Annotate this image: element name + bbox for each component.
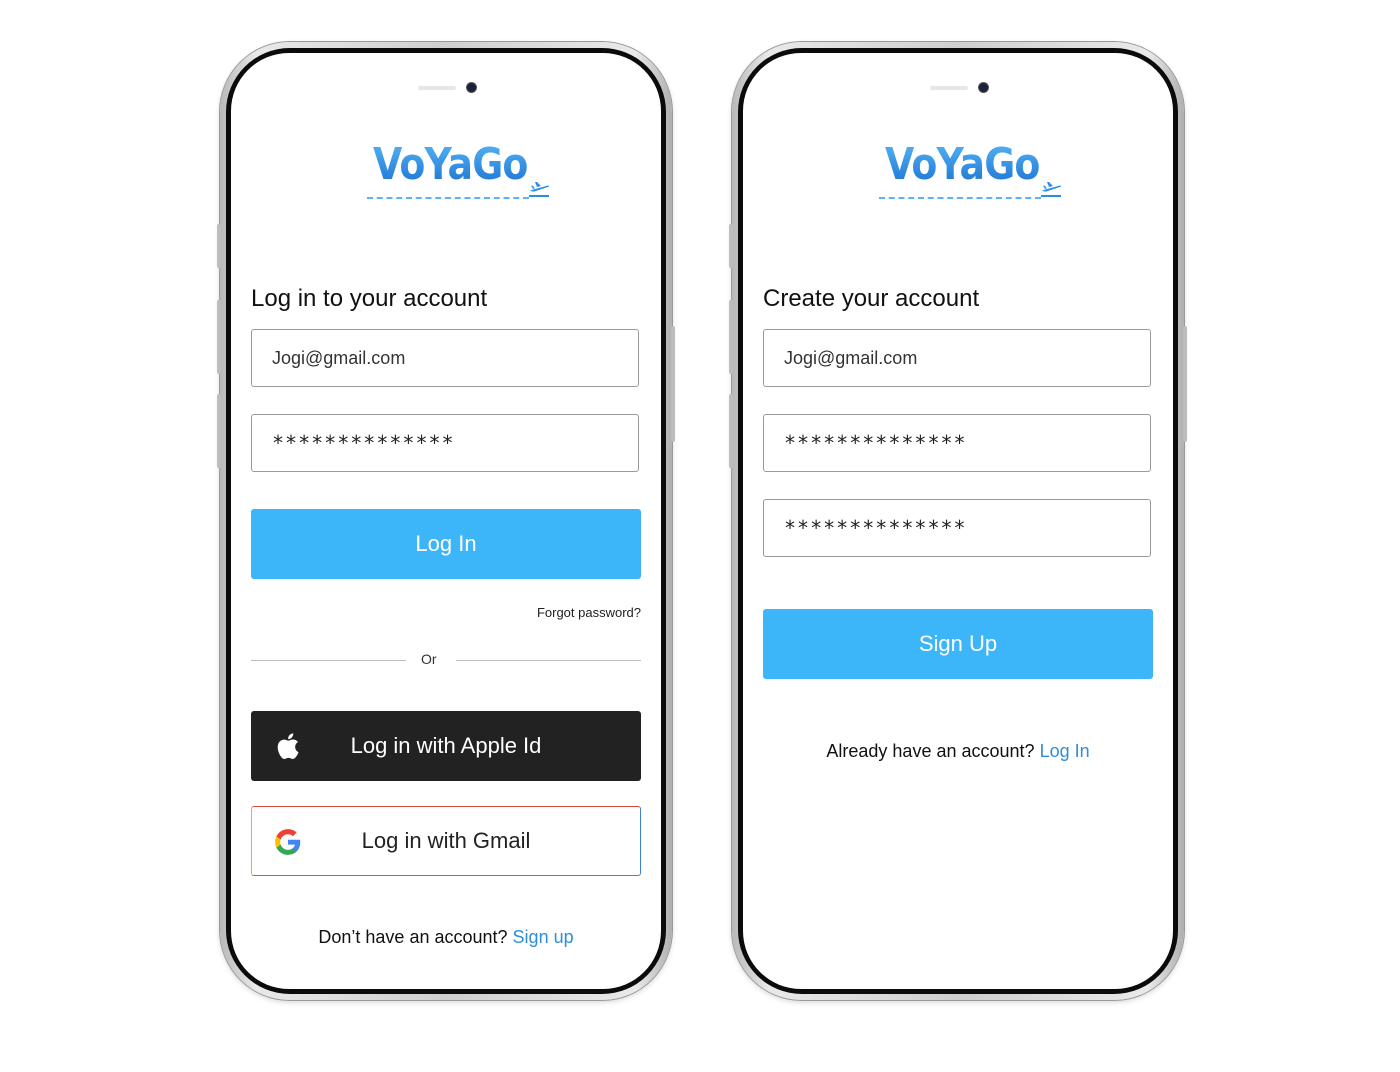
login-heading: Log in to your account bbox=[251, 285, 488, 312]
front-camera bbox=[979, 83, 988, 92]
logo-dashed-path bbox=[879, 197, 1041, 199]
email-field[interactable]: Jogi@gmail.com bbox=[251, 329, 639, 387]
phone-side-button bbox=[217, 224, 221, 268]
gmail-login-button[interactable]: Log in with Gmail bbox=[251, 806, 641, 876]
password-field[interactable]: ************** bbox=[251, 414, 639, 472]
google-logo-icon bbox=[275, 829, 301, 855]
forgot-password-link[interactable]: Forgot password? bbox=[537, 605, 641, 620]
signup-screen: VoYaGo Create your account Jogi@gmail.co… bbox=[743, 53, 1173, 989]
login-prompt: Already have an account? Log In bbox=[743, 741, 1173, 762]
phone-side-button bbox=[671, 326, 675, 442]
signup-heading: Create your account bbox=[763, 285, 980, 312]
divider-line bbox=[456, 660, 641, 661]
brand-logo: VoYaGo bbox=[361, 133, 561, 213]
signup-link[interactable]: Sign up bbox=[513, 927, 574, 947]
gmail-login-label: Log in with Gmail bbox=[361, 828, 531, 853]
speaker-grille bbox=[930, 86, 968, 90]
signup-prompt-text: Don’t have an account? bbox=[318, 927, 508, 947]
speaker-grille bbox=[418, 86, 456, 90]
brand-logo: VoYaGo bbox=[873, 133, 1073, 213]
brand-logo-text: VoYaGo bbox=[373, 139, 528, 190]
airplane-takeoff-icon bbox=[1041, 182, 1062, 197]
apple-logo-icon bbox=[277, 733, 299, 759]
login-link[interactable]: Log In bbox=[1040, 741, 1090, 761]
confirm-password-field[interactable]: ************** bbox=[763, 499, 1151, 557]
apple-login-button[interactable]: Log in with Apple Id bbox=[251, 711, 641, 781]
phone-side-button bbox=[729, 394, 733, 468]
login-button[interactable]: Log In bbox=[251, 509, 641, 579]
divider-or-label: Or bbox=[421, 651, 437, 667]
phone-side-button bbox=[729, 300, 733, 374]
signup-phone-mockup: VoYaGo Create your account Jogi@gmail.co… bbox=[729, 42, 1187, 1000]
password-field[interactable]: ************** bbox=[763, 414, 1151, 472]
front-camera bbox=[467, 83, 476, 92]
divider-line bbox=[251, 660, 406, 661]
signup-prompt: Don’t have an account? Sign up bbox=[231, 927, 661, 948]
email-field[interactable]: Jogi@gmail.com bbox=[763, 329, 1151, 387]
phone-side-button bbox=[217, 300, 221, 374]
phone-side-button bbox=[1183, 326, 1187, 442]
login-screen: VoYaGo Log in to your account Jogi@gmail… bbox=[231, 53, 661, 989]
phone-side-button bbox=[729, 224, 733, 268]
phone-side-button bbox=[217, 394, 221, 468]
signup-button[interactable]: Sign Up bbox=[763, 609, 1153, 679]
airplane-takeoff-icon bbox=[529, 182, 550, 197]
login-phone-mockup: VoYaGo Log in to your account Jogi@gmail… bbox=[217, 42, 675, 1000]
logo-dashed-path bbox=[367, 197, 529, 199]
apple-login-label: Log in with Apple Id bbox=[350, 733, 542, 758]
login-prompt-text: Already have an account? bbox=[826, 741, 1035, 761]
brand-logo-text: VoYaGo bbox=[885, 139, 1040, 190]
